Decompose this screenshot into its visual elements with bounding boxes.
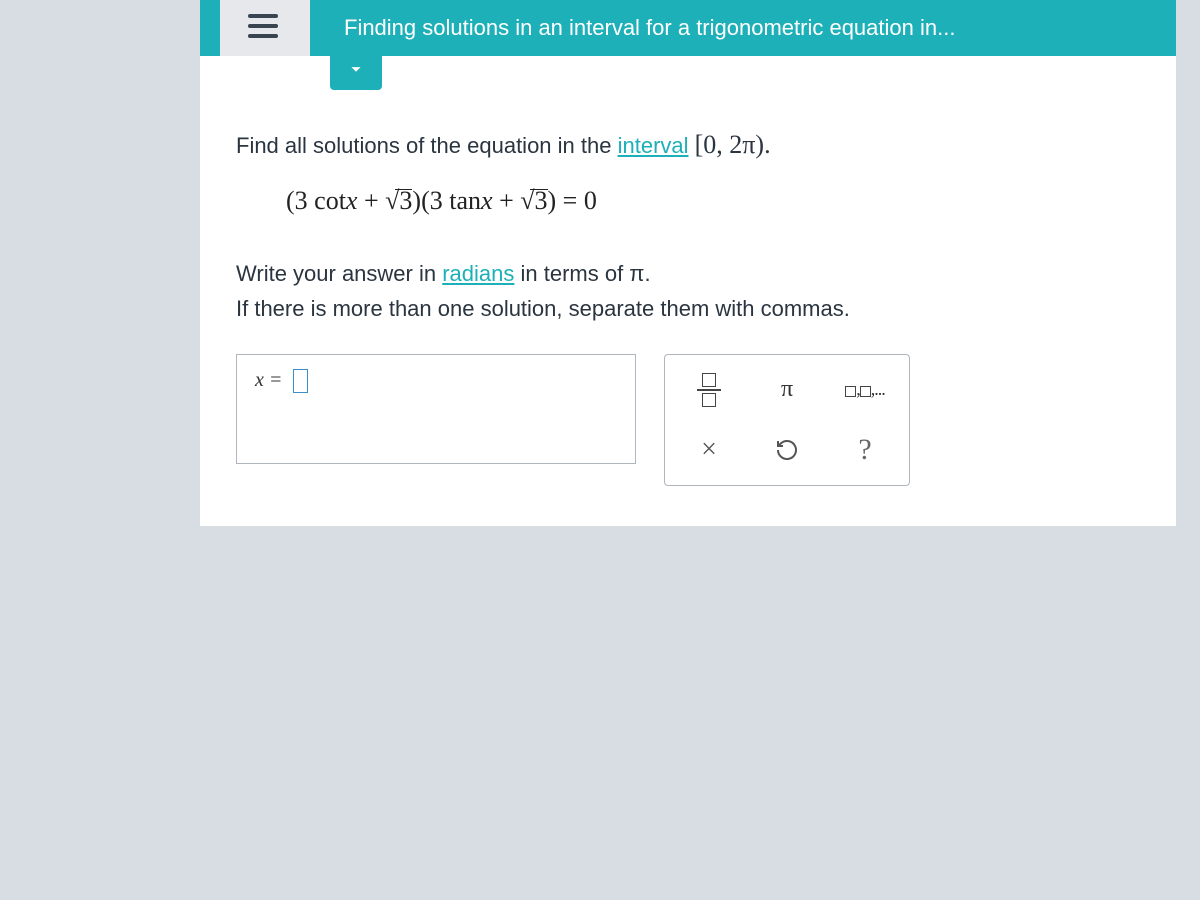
answer-placeholder-box [293,369,308,393]
instr-post: in terms of π. [514,261,650,286]
undo-icon [775,438,799,462]
instr-line3: If there is more than one solution, sepa… [236,296,850,321]
list-icon: ,,... [845,379,885,400]
problem-text-pre: Find all solutions of the equation in th… [236,133,618,158]
answer-input[interactable]: x = [236,354,636,464]
answer-prefix: x = [255,369,282,391]
reset-button[interactable] [749,421,825,479]
fraction-button[interactable] [671,361,747,419]
radians-link[interactable]: radians [442,261,514,286]
problem-instructions: Write your answer in radians in terms of… [236,256,1140,326]
hamburger-menu-button[interactable] [220,0,310,56]
interval-link[interactable]: interval [618,133,689,158]
fraction-icon [697,373,721,407]
hamburger-icon [248,14,278,38]
answer-row: x = π ,,... × ? [236,354,1140,486]
math-toolbox: π ,,... × ? [664,354,910,486]
pi-icon: π [781,376,793,403]
chevron-down-icon [345,58,367,80]
pi-button[interactable]: π [749,361,825,419]
help-icon: ? [858,433,871,467]
page-title: Finding solutions in an interval for a t… [344,15,955,41]
close-icon: × [701,434,717,466]
problem-line-1: Find all solutions of the equation in th… [236,124,1140,166]
equation-display: (3 cotx + √3)(3 tanx + √3) = 0 [286,186,1140,216]
clear-button[interactable]: × [671,421,747,479]
instr-pre: Write your answer in [236,261,442,286]
help-button[interactable]: ? [827,421,903,479]
expand-toggle-button[interactable] [330,48,382,90]
interval-expression: [0, 2π). [695,130,771,159]
list-button[interactable]: ,,... [827,361,903,419]
content-panel: Find all solutions of the equation in th… [200,56,1176,526]
